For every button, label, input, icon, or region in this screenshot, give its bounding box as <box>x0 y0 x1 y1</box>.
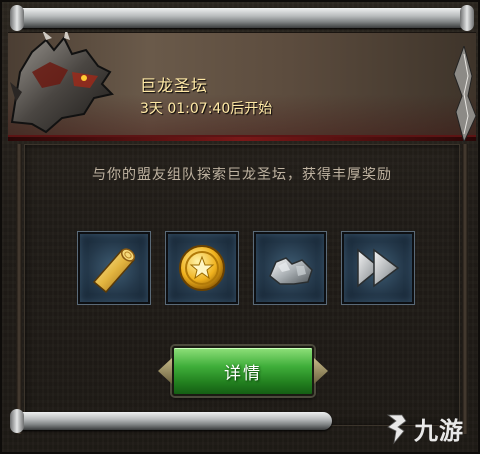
event-countdown: 3天 01:07:40后开始 <box>140 101 273 117</box>
spike-ornament-icon <box>453 46 477 142</box>
reward-slot-gold[interactable] <box>165 231 239 305</box>
bottom-scroll-rod <box>10 409 332 433</box>
details-button[interactable]: 详情 <box>172 346 314 396</box>
watermark-logo-icon <box>386 414 407 445</box>
event-panel: 巨龙圣坛 3天 01:07:40后开始 与你的盟友组队探索巨龙圣坛，获得丰厚奖励 <box>0 0 480 454</box>
right-frame-bar <box>462 144 468 434</box>
reward-slot-speedup[interactable] <box>341 231 415 305</box>
wood-log-icon <box>92 248 136 294</box>
fast-forward-icon <box>357 248 400 288</box>
silver-ore-icon <box>269 257 313 285</box>
reward-slot-wood[interactable] <box>77 231 151 305</box>
dragon-emblem-icon <box>10 32 114 134</box>
reward-list <box>77 231 418 305</box>
site-watermark: 九游 <box>382 408 464 448</box>
reward-slot-silver[interactable] <box>253 231 327 305</box>
event-description: 与你的盟友组队探索巨龙圣坛，获得丰厚奖励 <box>92 167 392 183</box>
watermark-text: 九游 <box>414 416 464 445</box>
gold-coin-icon <box>179 245 225 291</box>
details-button-label: 详情 <box>224 363 262 384</box>
top-scroll-rod <box>10 5 474 31</box>
event-title: 巨龙圣坛 <box>140 76 209 95</box>
left-frame-bar <box>16 144 22 434</box>
